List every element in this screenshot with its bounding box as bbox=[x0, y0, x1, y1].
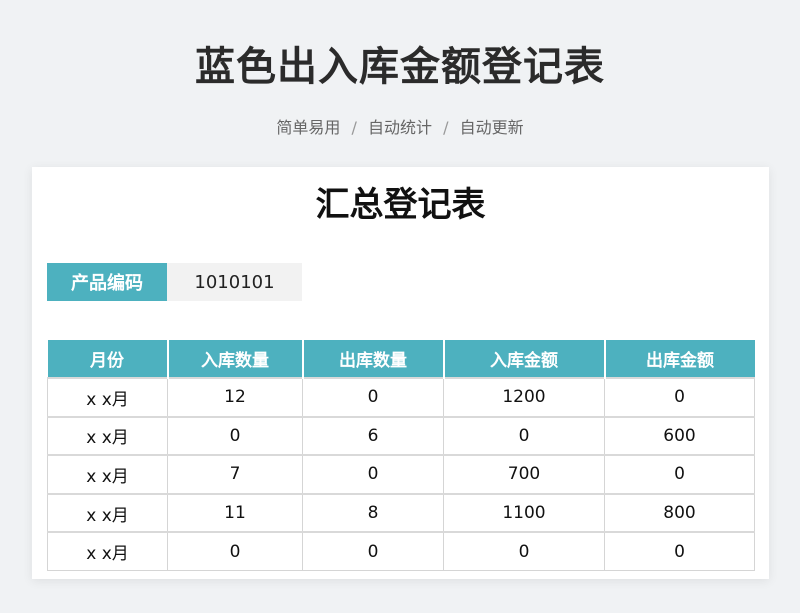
cell-out-qty[interactable]: 0 bbox=[302, 454, 444, 495]
column-header-out-qty: 出库数量 bbox=[302, 340, 445, 378]
column-header-out-amount: 出库金额 bbox=[604, 340, 755, 378]
cell-out-amount[interactable]: 0 bbox=[604, 377, 755, 418]
column-header-in-qty: 入库数量 bbox=[167, 340, 304, 378]
cell-out-qty[interactable]: 6 bbox=[302, 415, 444, 456]
tagline-item: 自动统计 bbox=[367, 118, 432, 137]
cell-in-qty[interactable]: 0 bbox=[167, 415, 303, 456]
tagline-separator: / bbox=[351, 118, 357, 137]
cell-out-amount[interactable]: 0 bbox=[604, 531, 755, 572]
cell-month[interactable]: x x月 bbox=[47, 492, 168, 533]
tagline-item: 自动更新 bbox=[459, 118, 524, 137]
cell-out-qty[interactable]: 0 bbox=[302, 377, 444, 418]
cell-in-qty[interactable]: 0 bbox=[167, 531, 303, 572]
tagline: 简单易用 / 自动统计 / 自动更新 bbox=[0, 114, 800, 138]
page-title: 蓝色出入库金额登记表 bbox=[195, 44, 605, 90]
table-row: x x月 12 0 1200 0 bbox=[47, 377, 755, 418]
cell-in-qty[interactable]: 7 bbox=[167, 454, 303, 495]
cell-month[interactable]: x x月 bbox=[47, 454, 168, 495]
cell-in-amount[interactable]: 1100 bbox=[443, 492, 605, 533]
table-header-row: 月份 入库数量 出库数量 入库金额 出库金额 bbox=[47, 340, 755, 378]
cell-out-amount[interactable]: 800 bbox=[604, 492, 755, 533]
cell-in-amount[interactable]: 0 bbox=[443, 415, 605, 456]
cell-out-amount[interactable]: 600 bbox=[604, 415, 755, 456]
summary-card: 汇总登记表 产品编码 1010101 月份 入库数量 出库数量 入库金额 出库金… bbox=[32, 167, 769, 579]
column-header-in-amount: 入库金额 bbox=[443, 340, 606, 378]
tagline-item: 简单易用 bbox=[276, 118, 341, 137]
cell-month[interactable]: x x月 bbox=[47, 415, 168, 456]
cell-month[interactable]: x x月 bbox=[47, 531, 168, 572]
cell-in-qty[interactable]: 11 bbox=[167, 492, 303, 533]
table-row: x x月 7 0 700 0 bbox=[47, 454, 755, 495]
card-title: 汇总登记表 bbox=[315, 185, 486, 225]
cell-in-amount[interactable]: 700 bbox=[443, 454, 605, 495]
product-code-label: 产品编码 bbox=[47, 263, 167, 301]
cell-in-amount[interactable]: 0 bbox=[443, 531, 605, 572]
table-row: x x月 0 6 0 600 bbox=[47, 415, 755, 456]
summary-table: 月份 入库数量 出库数量 入库金额 出库金额 x x月 12 0 1200 0 … bbox=[47, 340, 755, 572]
cell-in-amount[interactable]: 1200 bbox=[443, 377, 605, 418]
table-row: x x月 11 8 1100 800 bbox=[47, 492, 755, 533]
column-header-month: 月份 bbox=[47, 340, 169, 378]
table-row: x x月 0 0 0 0 bbox=[47, 531, 755, 572]
cell-in-qty[interactable]: 12 bbox=[167, 377, 303, 418]
cell-out-qty[interactable]: 8 bbox=[302, 492, 444, 533]
cell-out-qty[interactable]: 0 bbox=[302, 531, 444, 572]
cell-out-amount[interactable]: 0 bbox=[604, 454, 755, 495]
cell-month[interactable]: x x月 bbox=[47, 377, 168, 418]
tagline-separator: / bbox=[443, 118, 449, 137]
product-code-value[interactable]: 1010101 bbox=[167, 263, 302, 301]
